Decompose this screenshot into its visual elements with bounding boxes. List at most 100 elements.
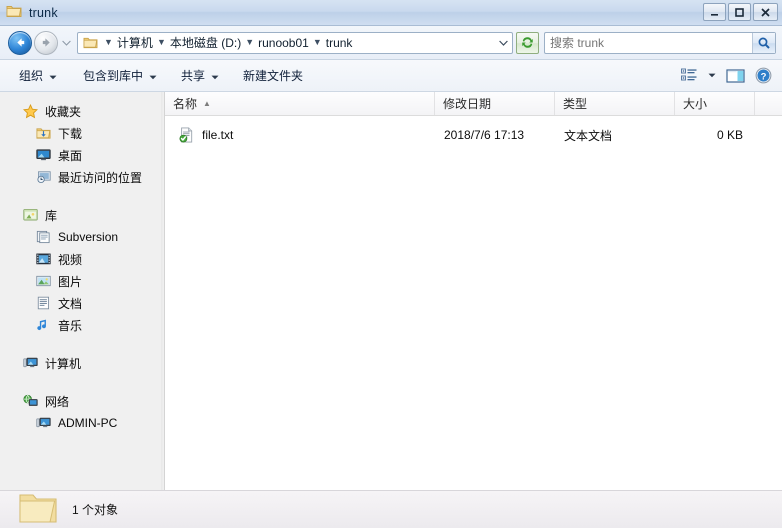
folder-icon: [18, 491, 58, 528]
chevron-down-icon: [211, 69, 219, 83]
chevron-down-icon[interactable]: ▼: [241, 38, 258, 47]
command-bar: 组织 包含到库中 共享 新建文件夹 ?: [0, 60, 782, 92]
recent-pages-button[interactable]: [60, 31, 73, 55]
content-area: 收藏夹 下载 桌面 最近访问的位置 库 Subversion 视频 图片 文档 …: [0, 92, 782, 490]
library-icon: [22, 207, 38, 223]
column-header-type[interactable]: 类型: [555, 92, 675, 115]
navigation-bar: ▼ 计算机 ▼ 本地磁盘 (D:) ▼ runoob01 ▼ trunk: [0, 26, 782, 60]
sidebar-item-libraries[interactable]: 库: [0, 204, 164, 226]
sidebar-item-admin-pc[interactable]: ADMIN-PC: [0, 412, 164, 434]
search-input[interactable]: [545, 34, 752, 51]
forward-button[interactable]: [34, 30, 58, 55]
column-label: 修改日期: [443, 97, 492, 111]
command-bar-right: ?: [676, 64, 776, 88]
search-box[interactable]: [544, 31, 776, 54]
sidebar-label: 视频: [58, 252, 83, 267]
sidebar-item-favorites[interactable]: 收藏夹: [0, 100, 164, 122]
text-file-svn-normal-icon: [179, 127, 195, 143]
file-name-label: file.txt: [202, 128, 234, 142]
nav-group-computer: 计算机: [0, 352, 164, 374]
minimize-button[interactable]: [703, 3, 726, 21]
change-view-button[interactable]: [676, 64, 702, 88]
chevron-down-icon[interactable]: ▼: [153, 38, 170, 47]
column-header-name[interactable]: 名称 ▲: [165, 92, 435, 115]
sidebar-item-subversion[interactable]: Subversion: [0, 226, 164, 248]
sidebar-label: Subversion: [58, 230, 119, 244]
window-controls: [703, 3, 778, 21]
file-list-pane[interactable]: 名称 ▲ 修改日期 类型 大小 file.txt 2018/7/6 17:13 …: [165, 92, 782, 490]
search-button[interactable]: [752, 32, 775, 53]
sidebar-label: 最近访问的位置: [58, 170, 143, 185]
sidebar-label: 网络: [45, 394, 70, 409]
preview-pane-button[interactable]: [722, 64, 748, 88]
nav-group-libraries: 库 Subversion 视频 图片 文档 音乐: [0, 204, 164, 336]
column-label: 大小: [683, 97, 708, 111]
computer-icon: [22, 355, 38, 371]
nav-group-network: 网络 ADMIN-PC: [0, 390, 164, 434]
recent-places-icon: [35, 169, 51, 185]
sidebar-label: ADMIN-PC: [58, 416, 118, 430]
chevron-down-icon[interactable]: ▼: [100, 38, 117, 47]
sidebar-label: 库: [45, 208, 58, 223]
downloads-folder-icon: [35, 125, 51, 141]
sidebar-item-desktop[interactable]: 桌面: [0, 144, 164, 166]
video-library-icon: [35, 251, 51, 267]
sidebar-item-videos[interactable]: 视频: [0, 248, 164, 270]
breadcrumb-item-1[interactable]: 本地磁盘 (D:): [170, 34, 241, 51]
sidebar-label: 计算机: [45, 356, 82, 371]
new-folder-button[interactable]: 新建文件夹: [236, 64, 310, 88]
breadcrumb-item-3[interactable]: trunk: [326, 36, 353, 50]
new-folder-label: 新建文件夹: [243, 69, 304, 83]
chevron-down-icon: [149, 69, 157, 83]
sidebar-label: 文档: [58, 296, 83, 311]
subversion-library-icon: [35, 229, 51, 245]
organize-menu[interactable]: 组织: [12, 64, 64, 88]
table-row[interactable]: file.txt 2018/7/6 17:13 文本文档 0 KB: [165, 124, 782, 146]
breadcrumb-item-2[interactable]: runoob01: [258, 36, 309, 50]
desktop-icon: [35, 147, 51, 163]
sidebar-item-documents[interactable]: 文档: [0, 292, 164, 314]
column-header-date-modified[interactable]: 修改日期: [435, 92, 555, 115]
back-button[interactable]: [8, 30, 32, 55]
column-header-row: 名称 ▲ 修改日期 类型 大小: [165, 92, 782, 116]
breadcrumb-item-0[interactable]: 计算机: [117, 34, 153, 51]
maximize-button[interactable]: [728, 3, 751, 21]
sidebar-item-network[interactable]: 网络: [0, 390, 164, 412]
column-header-size[interactable]: 大小: [675, 92, 755, 115]
column-header-filler: [755, 92, 782, 115]
refresh-button[interactable]: [516, 31, 539, 54]
close-button[interactable]: [753, 3, 778, 21]
address-bar[interactable]: ▼ 计算机 ▼ 本地磁盘 (D:) ▼ runoob01 ▼ trunk: [77, 31, 513, 54]
file-size-cell: 0 KB: [716, 128, 743, 142]
share-with-label: 共享: [181, 69, 206, 83]
include-in-library-menu[interactable]: 包含到库中: [76, 64, 164, 88]
music-library-icon: [35, 317, 51, 333]
sidebar-item-recent-places[interactable]: 最近访问的位置: [0, 166, 164, 188]
sort-ascending-icon: ▲: [203, 99, 211, 108]
column-label: 名称: [173, 97, 198, 111]
navigation-pane[interactable]: 收藏夹 下载 桌面 最近访问的位置 库 Subversion 视频 图片 文档 …: [0, 92, 165, 490]
file-name-cell[interactable]: file.txt: [165, 127, 435, 143]
status-bar: 1 个对象: [0, 490, 782, 528]
pictures-library-icon: [35, 273, 51, 289]
include-in-library-label: 包含到库中: [83, 69, 144, 83]
sidebar-label: 图片: [58, 274, 83, 289]
sidebar-item-music[interactable]: 音乐: [0, 314, 164, 336]
chevron-down-icon[interactable]: ▼: [309, 38, 326, 47]
sidebar-item-computer[interactable]: 计算机: [0, 352, 164, 374]
explorer-window: trunk ▼ 计算机 ▼ 本地磁盘 (D:) ▼ runoob01 ▼ tru…: [0, 0, 782, 528]
change-view-dropdown[interactable]: [704, 64, 720, 88]
sidebar-item-pictures[interactable]: 图片: [0, 270, 164, 292]
title-bar: trunk: [0, 0, 782, 26]
column-label: 类型: [563, 97, 588, 111]
address-dropdown-icon[interactable]: [494, 40, 512, 46]
share-with-menu[interactable]: 共享: [174, 64, 226, 88]
file-type-cell: 文本文档: [564, 128, 613, 143]
documents-library-icon: [35, 295, 51, 311]
nav-group-favorites: 收藏夹 下载 桌面 最近访问的位置: [0, 100, 164, 188]
sidebar-item-downloads[interactable]: 下载: [0, 122, 164, 144]
help-button[interactable]: ?: [750, 64, 776, 88]
